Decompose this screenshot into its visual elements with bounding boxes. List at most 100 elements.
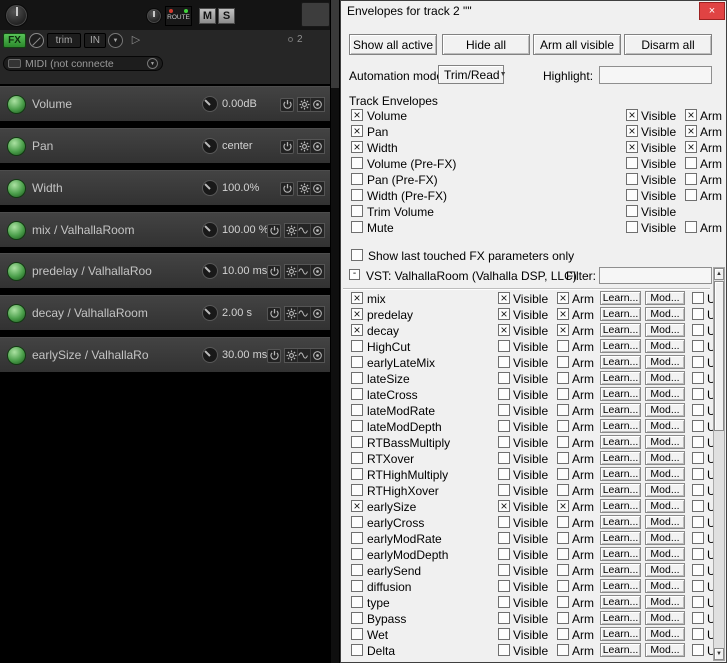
arm-checkbox[interactable]: [685, 125, 697, 137]
arm-checkbox[interactable]: [557, 388, 569, 400]
arm-checkbox[interactable]: [557, 404, 569, 416]
mod-button[interactable]: Mod...: [645, 307, 685, 321]
envelope-checkbox[interactable]: [351, 189, 363, 201]
learn-button[interactable]: Learn...: [600, 643, 641, 657]
ui-checkbox[interactable]: [692, 612, 704, 624]
fx-bypass-icon[interactable]: [29, 33, 44, 48]
scrollbar-thumb[interactable]: [714, 281, 724, 431]
ui-checkbox[interactable]: [692, 468, 704, 480]
learn-button[interactable]: Learn...: [600, 291, 641, 305]
mod-button[interactable]: Mod...: [645, 515, 685, 529]
param-checkbox[interactable]: [351, 484, 363, 496]
disarm-all-button[interactable]: Disarm all: [624, 34, 712, 55]
ui-checkbox[interactable]: [692, 580, 704, 592]
envelope-lane[interactable]: Pan center: [0, 128, 330, 163]
visible-checkbox[interactable]: [498, 420, 510, 432]
gear-icon[interactable]: [298, 98, 311, 111]
power-button[interactable]: [267, 306, 281, 321]
mod-button[interactable]: Mod...: [645, 419, 685, 433]
learn-button[interactable]: Learn...: [600, 515, 641, 529]
scroll-up-icon[interactable]: ▲: [714, 268, 724, 280]
mod-button[interactable]: Mod...: [645, 627, 685, 641]
arm-checkbox[interactable]: [557, 612, 569, 624]
ui-checkbox[interactable]: [692, 532, 704, 544]
mod-button[interactable]: Mod...: [645, 611, 685, 625]
param-checkbox[interactable]: [351, 500, 363, 512]
gear-icon[interactable]: [298, 140, 311, 153]
learn-button[interactable]: Learn...: [600, 387, 641, 401]
mod-target-icon[interactable]: [311, 265, 324, 278]
visible-checkbox[interactable]: [498, 596, 510, 608]
visible-checkbox[interactable]: [498, 372, 510, 384]
mod-button[interactable]: Mod...: [645, 451, 685, 465]
hide-all-button[interactable]: Hide all: [442, 34, 530, 55]
visible-checkbox[interactable]: [626, 205, 638, 217]
learn-button[interactable]: Learn...: [600, 451, 641, 465]
arm-checkbox[interactable]: [557, 324, 569, 336]
arm-checkbox[interactable]: [685, 141, 697, 153]
visible-checkbox[interactable]: [498, 548, 510, 560]
visible-checkbox[interactable]: [498, 644, 510, 656]
gear-icon[interactable]: [285, 349, 298, 362]
learn-button[interactable]: Learn...: [600, 483, 641, 497]
learn-button[interactable]: Learn...: [600, 531, 641, 545]
visible-checkbox[interactable]: [626, 189, 638, 201]
arm-checkbox[interactable]: [557, 468, 569, 480]
ui-checkbox[interactable]: [692, 388, 704, 400]
mod-button[interactable]: Mod...: [645, 355, 685, 369]
wave-icon[interactable]: [298, 349, 311, 362]
ui-checkbox[interactable]: [692, 564, 704, 576]
envelope-checkbox[interactable]: [351, 205, 363, 217]
lane-param-knob[interactable]: [202, 222, 218, 238]
arm-checkbox[interactable]: [557, 372, 569, 384]
route-button[interactable]: ROUTE: [165, 6, 192, 26]
mod-button[interactable]: Mod...: [645, 435, 685, 449]
visible-checkbox[interactable]: [498, 452, 510, 464]
learn-button[interactable]: Learn...: [600, 579, 641, 593]
visible-checkbox[interactable]: [498, 500, 510, 512]
arm-checkbox[interactable]: [557, 644, 569, 656]
mod-button[interactable]: Mod...: [645, 403, 685, 417]
learn-button[interactable]: Learn...: [600, 547, 641, 561]
visible-checkbox[interactable]: [498, 356, 510, 368]
visible-checkbox[interactable]: [498, 436, 510, 448]
param-checkbox[interactable]: [351, 436, 363, 448]
envelope-checkbox[interactable]: [351, 173, 363, 185]
ui-checkbox[interactable]: [692, 436, 704, 448]
arm-checkbox[interactable]: [557, 420, 569, 432]
learn-button[interactable]: Learn...: [600, 339, 641, 353]
envelope-lane[interactable]: earlySize / ValhallaRo 30.00 ms: [0, 337, 330, 372]
power-button[interactable]: [267, 223, 281, 238]
learn-button[interactable]: Learn...: [600, 355, 641, 369]
collapse-toggle[interactable]: -: [349, 269, 360, 280]
lane-param-knob[interactable]: [202, 180, 218, 196]
monitor-arrow-icon[interactable]: ▷: [128, 33, 144, 48]
arrange-scrollbar-thumb[interactable]: [301, 2, 330, 27]
arm-checkbox[interactable]: [557, 356, 569, 368]
gear-icon[interactable]: [285, 265, 298, 278]
param-checkbox[interactable]: [351, 468, 363, 480]
mod-button[interactable]: Mod...: [645, 339, 685, 353]
learn-button[interactable]: Learn...: [600, 499, 641, 513]
visible-checkbox[interactable]: [498, 468, 510, 480]
param-checkbox[interactable]: [351, 580, 363, 592]
visible-checkbox[interactable]: [498, 308, 510, 320]
learn-button[interactable]: Learn...: [600, 563, 641, 577]
ui-checkbox[interactable]: [692, 340, 704, 352]
visible-checkbox[interactable]: [626, 173, 638, 185]
arm-checkbox[interactable]: [557, 484, 569, 496]
param-checkbox[interactable]: [351, 388, 363, 400]
mod-button[interactable]: Mod...: [645, 291, 685, 305]
mod-button[interactable]: Mod...: [645, 579, 685, 593]
envelope-lane[interactable]: decay / ValhallaRoom 2.00 s: [0, 295, 330, 330]
lane-param-knob[interactable]: [202, 138, 218, 154]
ui-checkbox[interactable]: [692, 548, 704, 560]
visible-checkbox[interactable]: [498, 340, 510, 352]
envelope-checkbox[interactable]: [351, 109, 363, 121]
arm-all-visible-button[interactable]: Arm all visible: [533, 34, 621, 55]
ui-checkbox[interactable]: [692, 644, 704, 656]
arm-checkbox[interactable]: [557, 452, 569, 464]
visible-checkbox[interactable]: [626, 221, 638, 233]
mute-button[interactable]: M: [199, 8, 216, 24]
mod-button[interactable]: Mod...: [645, 467, 685, 481]
